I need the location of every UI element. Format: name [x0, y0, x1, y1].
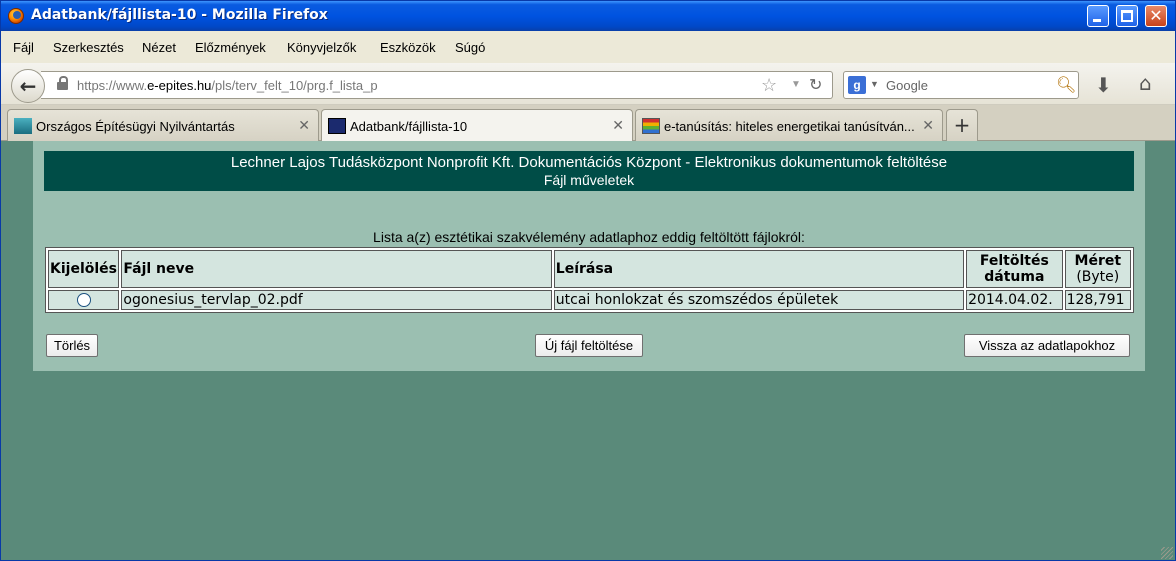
back-to-records-button[interactable]: Vissza az adatlapokhoz: [964, 334, 1130, 357]
col-header-size-line1: Méret: [1074, 253, 1122, 269]
table-row: ogonesius_tervlap_02.pdf utcai honlokzat…: [48, 290, 1131, 310]
search-icon[interactable]: 🔍︎: [1056, 75, 1076, 95]
home-icon[interactable]: ⌂: [1139, 71, 1152, 95]
menu-file[interactable]: Fájl: [13, 40, 34, 55]
file-table: Kijelölés Fájl neve Leírása Feltöltés dát…: [45, 247, 1134, 313]
tab-label: Adatbank/fájllista-10: [350, 119, 468, 134]
menu-tools[interactable]: Eszközök: [380, 40, 436, 55]
bookmark-star-icon[interactable]: ☆: [761, 75, 777, 96]
search-engine-dropdown-icon[interactable]: ▼: [870, 79, 879, 89]
url-prefix: https://www.: [77, 78, 148, 93]
page-header: Lechner Lajos Tudásközpont Nonprofit Kft…: [44, 151, 1134, 191]
tab-strip: Országos Építésügyi Nyilvántartás ✕ Adat…: [1, 105, 1175, 142]
menu-history[interactable]: Előzmények: [195, 40, 266, 55]
col-header-size-line2: (Byte): [1076, 269, 1120, 285]
select-cell: [48, 290, 120, 310]
close-tab-icon[interactable]: ✕: [922, 117, 934, 134]
url-text[interactable]: https://www.e-epites.hu/pls/terv_felt_10…: [77, 78, 378, 93]
navigation-toolbar: https://www.e-epites.hu/pls/terv_felt_10…: [1, 63, 1175, 105]
url-path: /pls/terv_felt_10/prg.f_lista_p: [211, 78, 378, 93]
google-icon[interactable]: g: [848, 76, 866, 94]
search-input[interactable]: Google: [886, 78, 928, 93]
menu-help[interactable]: Súgó: [455, 40, 485, 55]
tab-label: e-tanúsítás: hiteles energetikai tanúsít…: [664, 119, 915, 134]
page-content: Lechner Lajos Tudásközpont Nonprofit Kft…: [1, 141, 1175, 560]
col-header-size: Méret (Byte): [1064, 250, 1131, 288]
url-domain: e-epites.hu: [147, 78, 212, 93]
delete-button[interactable]: Törlés: [46, 334, 98, 357]
col-header-filename: Fájl neve: [121, 250, 552, 288]
size-cell: 128,791: [1064, 290, 1131, 310]
adatbank-favicon: [328, 118, 346, 134]
close-button[interactable]: ✕: [1145, 5, 1167, 27]
back-button[interactable]: ←: [11, 69, 45, 103]
url-bar[interactable]: https://www.e-epites.hu/pls/terv_felt_10…: [41, 71, 833, 99]
main-panel: Lechner Lajos Tudásközpont Nonprofit Kft…: [33, 141, 1145, 371]
tab-adatbank[interactable]: Adatbank/fájllista-10 ✕: [321, 109, 633, 142]
date-cell: 2014.04.02.: [966, 290, 1063, 310]
title-bar[interactable]: Adatbank/fájllista-10 - Mozilla Firefox …: [1, 1, 1175, 31]
tab-oeny[interactable]: Országos Építésügyi Nyilvántartás ✕: [7, 109, 319, 141]
menu-edit[interactable]: Szerkesztés: [53, 40, 124, 55]
description-cell: utcai honlokzat és szomszédos épületek: [553, 290, 965, 310]
list-caption: Lista a(z) esztétikai szakvélemény adatl…: [373, 229, 805, 245]
maximize-button[interactable]: [1116, 5, 1138, 27]
col-header-upload-date-line2: dátuma: [984, 269, 1045, 285]
plus-icon: +: [953, 113, 971, 137]
back-arrow-icon: ←: [19, 74, 37, 98]
downloads-icon[interactable]: ⬇: [1095, 73, 1112, 97]
resize-grip[interactable]: [1161, 547, 1173, 559]
upload-file-button[interactable]: Új fájl feltöltése: [535, 334, 643, 357]
col-header-upload-date: Feltöltés dátuma: [966, 250, 1063, 288]
energy-favicon: [642, 118, 660, 134]
lock-icon: [57, 76, 68, 91]
col-header-select: Kijelölés: [48, 250, 120, 288]
maximize-icon: [1121, 10, 1133, 22]
col-header-description: Leírása: [553, 250, 965, 288]
col-header-upload-date-line1: Feltöltés: [979, 253, 1049, 269]
tab-label: Országos Építésügyi Nyilvántartás: [36, 119, 235, 134]
page-title: Lechner Lajos Tudásközpont Nonprofit Kft…: [230, 154, 948, 171]
history-dropdown-icon[interactable]: ▼: [791, 79, 801, 90]
minimize-icon: [1093, 19, 1101, 22]
tab-e-tanusitas[interactable]: e-tanúsítás: hiteles energetikai tanúsít…: [635, 109, 943, 141]
close-icon: ✕: [1149, 6, 1163, 25]
filename-cell: ogonesius_tervlap_02.pdf: [121, 290, 552, 310]
close-tab-icon[interactable]: ✕: [612, 117, 624, 134]
minimize-button[interactable]: [1087, 5, 1109, 27]
browser-window: Adatbank/fájllista-10 - Mozilla Firefox …: [0, 0, 1176, 561]
menu-bar: Fájl Szerkesztés Nézet Előzmények Könyvj…: [1, 34, 1175, 60]
search-bar[interactable]: g ▼ Google 🔍︎: [843, 71, 1079, 99]
menu-view[interactable]: Nézet: [142, 40, 176, 55]
new-tab-button[interactable]: +: [946, 109, 978, 141]
select-radio[interactable]: [76, 293, 91, 307]
firefox-icon[interactable]: [8, 8, 24, 24]
reload-icon[interactable]: ↻: [809, 75, 822, 95]
oeny-favicon: [14, 118, 32, 134]
window-title: Adatbank/fájllista-10 - Mozilla Firefox: [31, 7, 328, 23]
menu-bookmarks[interactable]: Könyvjelzők: [287, 40, 356, 55]
page-subtitle: Fájl műveletek: [543, 172, 635, 188]
close-tab-icon[interactable]: ✕: [298, 117, 310, 134]
